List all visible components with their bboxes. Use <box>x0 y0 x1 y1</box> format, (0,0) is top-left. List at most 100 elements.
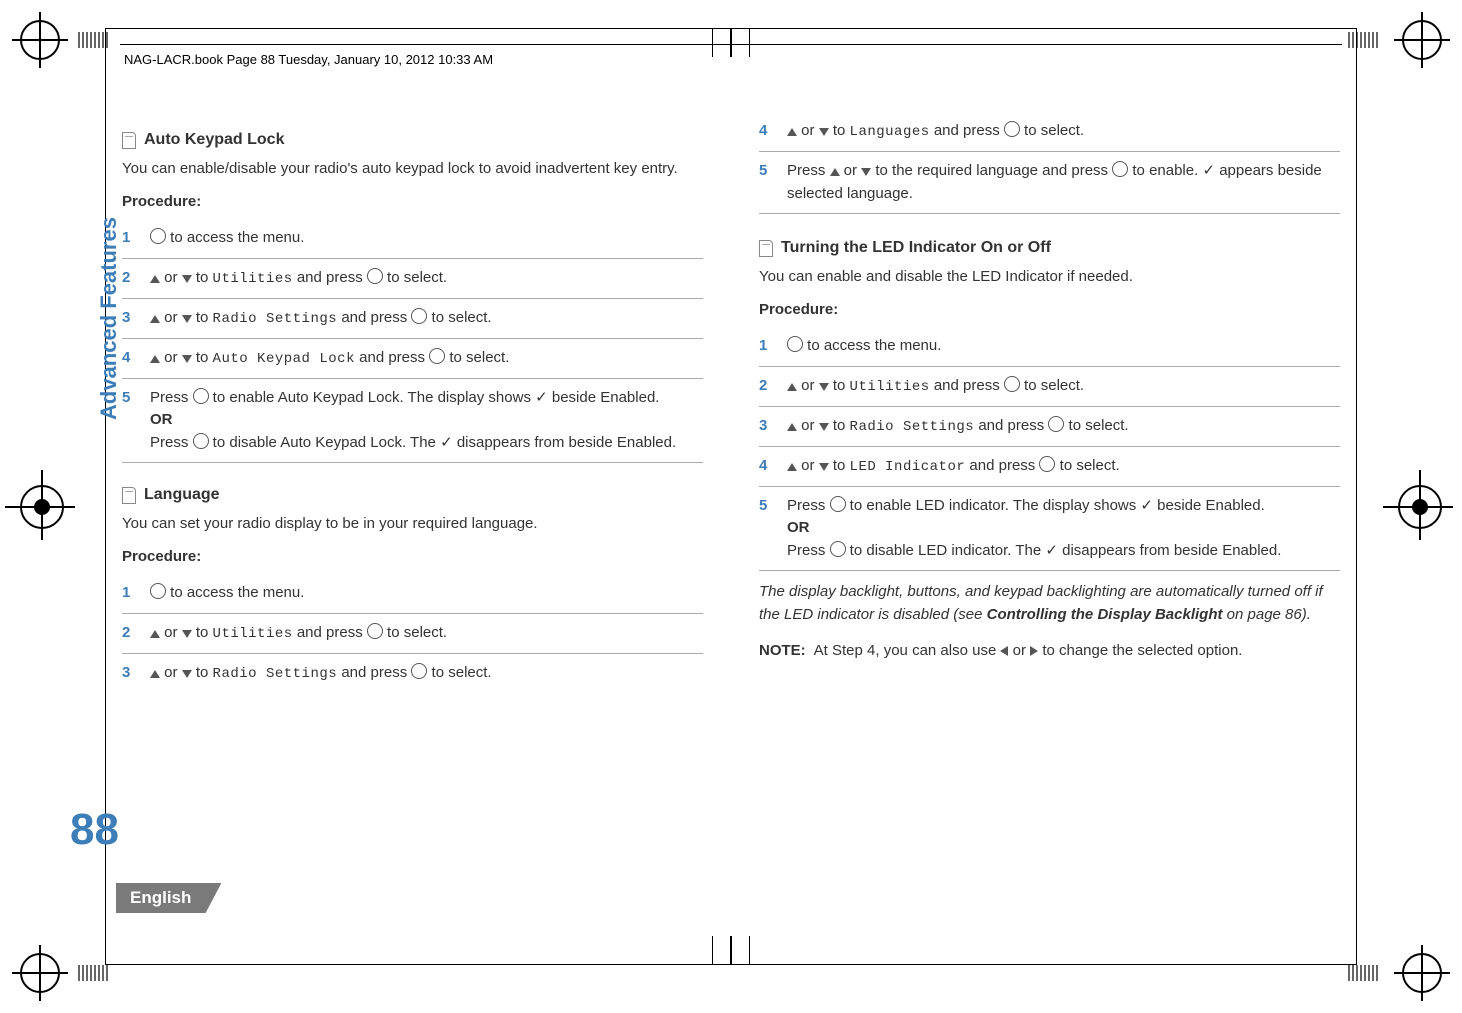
down-arrow-icon <box>819 463 829 471</box>
procedure-list-led-indicator: 1 to access the menu. 2 or to Utilities … <box>759 327 1340 571</box>
procedure-step: 4 or to Languages and press to select. <box>759 120 1340 152</box>
procedure-step: 5 Press to enable LED indicator. The dis… <box>759 487 1340 572</box>
checkmark-icon: ✓ <box>1045 542 1058 559</box>
left-column: Auto Keypad Lock You can enable/disable … <box>122 120 703 693</box>
ok-button-icon <box>193 388 209 404</box>
procedure-step: 2 or to Utilities and press to select. <box>759 367 1340 407</box>
step-number: 2 <box>122 267 130 290</box>
step-number: 4 <box>759 120 767 143</box>
ok-button-icon <box>429 348 445 364</box>
up-arrow-icon <box>787 383 797 391</box>
crop-mark-top-left <box>20 20 60 60</box>
procedure-step: 1 to access the menu. <box>122 219 703 259</box>
menu-item: Auto Keypad Lock <box>213 351 355 367</box>
bottom-notch <box>712 936 750 965</box>
down-arrow-icon <box>819 423 829 431</box>
ok-button-icon <box>830 541 846 557</box>
right-arrow-icon <box>1030 646 1038 656</box>
section-description: You can enable/disable your radio's auto… <box>122 158 703 181</box>
down-arrow-icon <box>182 275 192 283</box>
document-icon <box>122 487 136 504</box>
step-number: 2 <box>122 622 130 645</box>
step-number: 5 <box>759 160 767 183</box>
section-heading-language: Language <box>122 483 703 507</box>
procedure-label: Procedure: <box>122 546 703 569</box>
step-number: 4 <box>122 347 130 370</box>
ok-button-icon <box>1004 376 1020 392</box>
ok-button-icon <box>1048 416 1064 432</box>
up-arrow-icon <box>830 168 840 176</box>
procedure-list-language: 1 to access the menu. 2 or to Utilities … <box>122 574 703 693</box>
menu-item: Utilities <box>213 271 293 287</box>
step-number: 5 <box>122 387 130 410</box>
header-text: NAG-LACR.book Page 88 Tuesday, January 1… <box>124 52 493 67</box>
crop-mark-bottom-left <box>20 953 60 993</box>
step-text: to access the menu. <box>166 229 304 246</box>
up-arrow-icon <box>150 315 160 323</box>
heading-text: Language <box>144 483 220 507</box>
up-arrow-icon <box>150 355 160 363</box>
procedure-list-auto-keypad-lock: 1 to access the menu. 2 or to Utilities … <box>122 219 703 463</box>
procedure-step: 4 or to LED Indicator and press to selec… <box>759 447 1340 487</box>
up-arrow-icon <box>150 275 160 283</box>
step-number: 5 <box>759 495 767 518</box>
checkmark-icon: ✓ <box>1140 497 1153 514</box>
procedure-step: 1 to access the menu. <box>759 327 1340 367</box>
ok-button-icon <box>367 268 383 284</box>
step-number: 1 <box>122 227 130 250</box>
ok-button-icon <box>193 433 209 449</box>
alignment-mark-left <box>20 485 64 529</box>
menu-item: Radio Settings <box>213 666 338 682</box>
ok-button-icon <box>150 583 166 599</box>
or-label: OR <box>787 519 810 536</box>
page-number: 88 <box>70 805 119 855</box>
crop-mark-bottom-right <box>1402 953 1442 993</box>
section-heading-led-indicator: Turning the LED Indicator On or Off <box>759 236 1340 260</box>
heading-text: Auto Keypad Lock <box>144 128 284 152</box>
down-arrow-icon <box>819 128 829 136</box>
procedure-list-language-continued: 4 or to Languages and press to select. 5… <box>759 120 1340 214</box>
menu-item: Utilities <box>213 626 293 642</box>
step-number: 2 <box>759 375 767 398</box>
note-label: NOTE: <box>759 640 806 663</box>
step-number: 3 <box>122 662 130 685</box>
ok-button-icon <box>150 228 166 244</box>
ok-button-icon <box>1004 121 1020 137</box>
down-arrow-icon <box>182 315 192 323</box>
menu-item: Radio Settings <box>213 311 338 327</box>
note-block: NOTE: At Step 4, you can also use or to … <box>759 640 1340 663</box>
ok-button-icon <box>1112 161 1128 177</box>
step-number: 1 <box>759 335 767 358</box>
cross-reference: Controlling the Display Backlight <box>987 606 1223 623</box>
note-text: At Step 4, you can also use or to change… <box>814 640 1243 663</box>
down-arrow-icon <box>182 355 192 363</box>
ok-button-icon <box>1039 456 1055 472</box>
ok-button-icon <box>367 623 383 639</box>
section-description: You can enable and disable the LED Indic… <box>759 266 1340 289</box>
document-icon <box>759 240 773 257</box>
step-number: 4 <box>759 455 767 478</box>
menu-item: LED Indicator <box>850 459 966 475</box>
or-label: OR <box>150 411 173 428</box>
section-description: You can set your radio display to be in … <box>122 513 703 536</box>
up-arrow-icon <box>787 463 797 471</box>
alignment-mark-right <box>1398 485 1442 529</box>
section-heading-auto-keypad-lock: Auto Keypad Lock <box>122 128 703 152</box>
up-arrow-icon <box>150 630 160 638</box>
crop-mark-top-right <box>1402 20 1442 60</box>
step-number: 3 <box>759 415 767 438</box>
procedure-step: 3 or to Radio Settings and press to sele… <box>759 407 1340 447</box>
header-rule <box>120 44 1342 45</box>
procedure-step: 1 to access the menu. <box>122 574 703 614</box>
right-column: 4 or to Languages and press to select. 5… <box>759 120 1340 693</box>
step-number: 3 <box>122 307 130 330</box>
down-arrow-icon <box>819 383 829 391</box>
procedure-step: 5 Press to enable Auto Keypad Lock. The … <box>122 379 703 464</box>
step-number: 1 <box>122 582 130 605</box>
menu-item: Utilities <box>850 379 930 395</box>
checkmark-icon: ✓ <box>1202 162 1215 179</box>
language-tab: English <box>116 883 221 913</box>
ok-button-icon <box>830 496 846 512</box>
menu-item: Radio Settings <box>850 419 975 435</box>
procedure-label: Procedure: <box>759 299 1340 322</box>
